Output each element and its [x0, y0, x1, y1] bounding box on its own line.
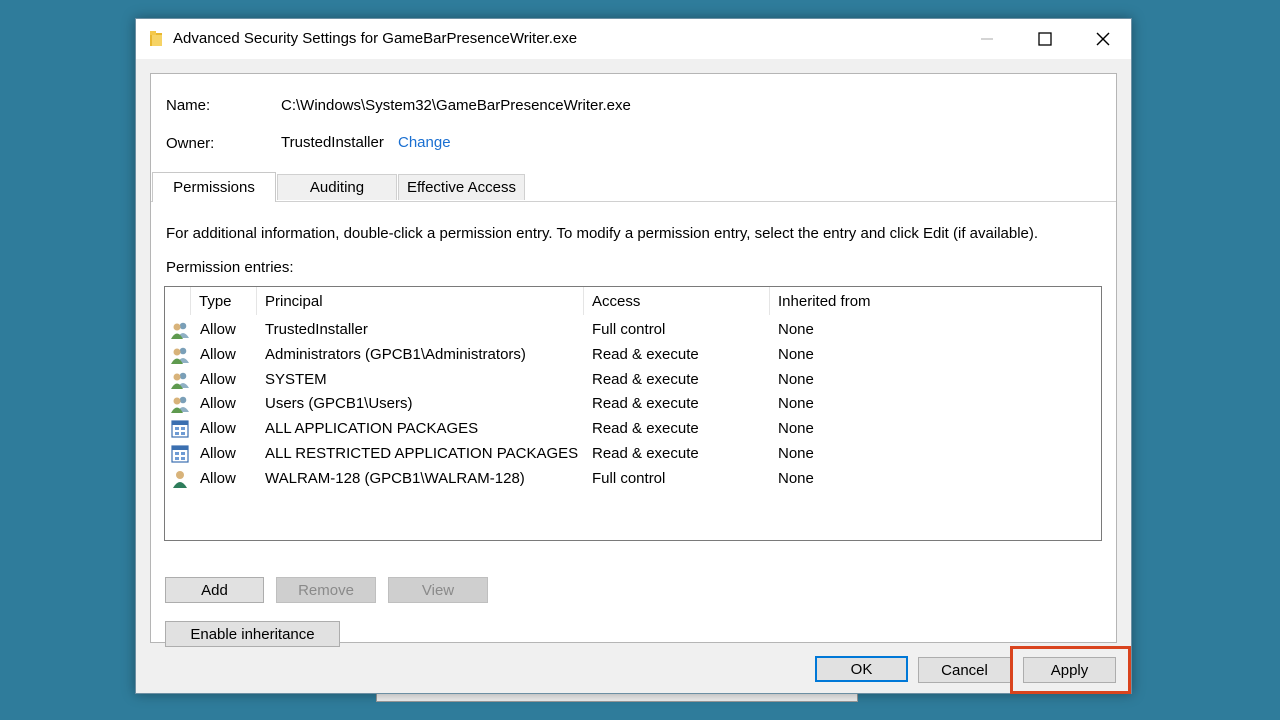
cancel-button[interactable]: Cancel [918, 657, 1011, 683]
table-row[interactable]: Allow Administrators (GPCB1\Administrato… [165, 343, 1101, 367]
table-row[interactable]: Allow Users (GPCB1\Users) Read & execute… [165, 392, 1101, 416]
tab-auditing[interactable]: Auditing [277, 174, 397, 200]
entry-inherited-from: None [778, 346, 814, 363]
entry-access: Read & execute [592, 420, 699, 437]
remove-button[interactable]: Remove [276, 577, 376, 603]
instructions-text: For additional information, double-click… [166, 225, 1039, 242]
column-header-inherited-from[interactable]: Inherited from [770, 287, 1101, 315]
entry-principal: ALL RESTRICTED APPLICATION PACKAGES [265, 445, 579, 462]
title-bar[interactable]: Advanced Security Settings for GameBarPr… [136, 19, 1131, 59]
tab-divider [151, 201, 1116, 202]
change-owner-link[interactable]: Change [398, 134, 451, 151]
entry-type: Allow [200, 346, 236, 363]
entry-inherited-from: None [778, 445, 814, 462]
entry-principal: WALRAM-128 (GPCB1\WALRAM-128) [265, 470, 525, 487]
entry-principal: ALL APPLICATION PACKAGES [265, 420, 479, 437]
entry-inherited-from: None [778, 470, 814, 487]
entry-inherited-from: None [778, 420, 814, 437]
table-row[interactable]: Allow ALL APPLICATION PACKAGES Read & ex… [165, 417, 1101, 441]
entry-type: Allow [200, 321, 236, 338]
entry-principal: TrustedInstaller [265, 321, 368, 338]
tab-permissions[interactable]: Permissions [152, 172, 276, 202]
entry-type: Allow [200, 420, 236, 437]
tab-effective-access[interactable]: Effective Access [398, 174, 525, 200]
column-header-access[interactable]: Access [584, 287, 770, 315]
owner-value: TrustedInstaller [281, 134, 384, 151]
entry-access: Read & execute [592, 395, 699, 412]
name-label: Name: [166, 97, 211, 114]
enable-inheritance-button[interactable]: Enable inheritance [165, 621, 340, 647]
entry-type: Allow [200, 470, 236, 487]
entry-type: Allow [200, 445, 236, 462]
entry-access: Full control [592, 321, 666, 338]
single-user-icon [173, 471, 187, 488]
entry-inherited-from: None [778, 395, 814, 412]
column-header-principal[interactable]: Principal [257, 287, 584, 315]
table-row[interactable]: Allow ALL RESTRICTED APPLICATION PACKAGE… [165, 442, 1101, 466]
view-button[interactable]: View [388, 577, 488, 603]
entry-inherited-from: None [778, 371, 814, 388]
permission-entries-list[interactable]: Type Principal Access Inherited from All… [164, 286, 1102, 541]
table-row[interactable]: Allow SYSTEM Read & execute None [165, 368, 1101, 392]
apply-button[interactable]: Apply [1023, 657, 1116, 683]
user-group-icon [171, 322, 189, 339]
app-package-icon [171, 420, 189, 438]
entry-principal: SYSTEM [265, 371, 327, 388]
table-row[interactable]: Allow WALRAM-128 (GPCB1\WALRAM-128) Full… [165, 467, 1101, 491]
entry-inherited-from: None [778, 321, 814, 338]
maximize-button[interactable] [1016, 19, 1074, 59]
column-header-type[interactable]: Type [191, 287, 257, 315]
owner-label: Owner: [166, 135, 215, 152]
maximize-icon [1038, 32, 1052, 46]
app-package-icon [171, 445, 189, 463]
security-settings-dialog: Advanced Security Settings for GameBarPr… [135, 18, 1132, 694]
entry-principal: Users (GPCB1\Users) [265, 395, 413, 412]
entry-access: Full control [592, 470, 666, 487]
minimize-button[interactable] [958, 19, 1016, 59]
folder-icon [150, 31, 162, 46]
name-value: C:\Windows\System32\GameBarPresenceWrite… [281, 97, 631, 114]
entry-access: Read & execute [592, 371, 699, 388]
user-group-icon [171, 347, 189, 364]
close-button[interactable] [1074, 19, 1132, 59]
user-group-icon [171, 372, 189, 389]
user-group-icon [171, 396, 189, 413]
add-button[interactable]: Add [165, 577, 264, 603]
entry-type: Allow [200, 371, 236, 388]
window-title: Advanced Security Settings for GameBarPr… [173, 30, 578, 47]
table-row[interactable]: Allow TrustedInstaller Full control None [165, 318, 1101, 342]
entry-type: Allow [200, 395, 236, 412]
entry-access: Read & execute [592, 346, 699, 363]
entry-access: Read & execute [592, 445, 699, 462]
entry-principal: Administrators (GPCB1\Administrators) [265, 346, 526, 363]
main-panel: Name: C:\Windows\System32\GameBarPresenc… [150, 73, 1117, 647]
minimize-icon [981, 38, 993, 40]
column-header-icon [165, 287, 191, 315]
permission-entries-label: Permission entries: [166, 259, 294, 276]
ok-button[interactable]: OK [815, 656, 908, 682]
close-icon [1096, 32, 1110, 46]
